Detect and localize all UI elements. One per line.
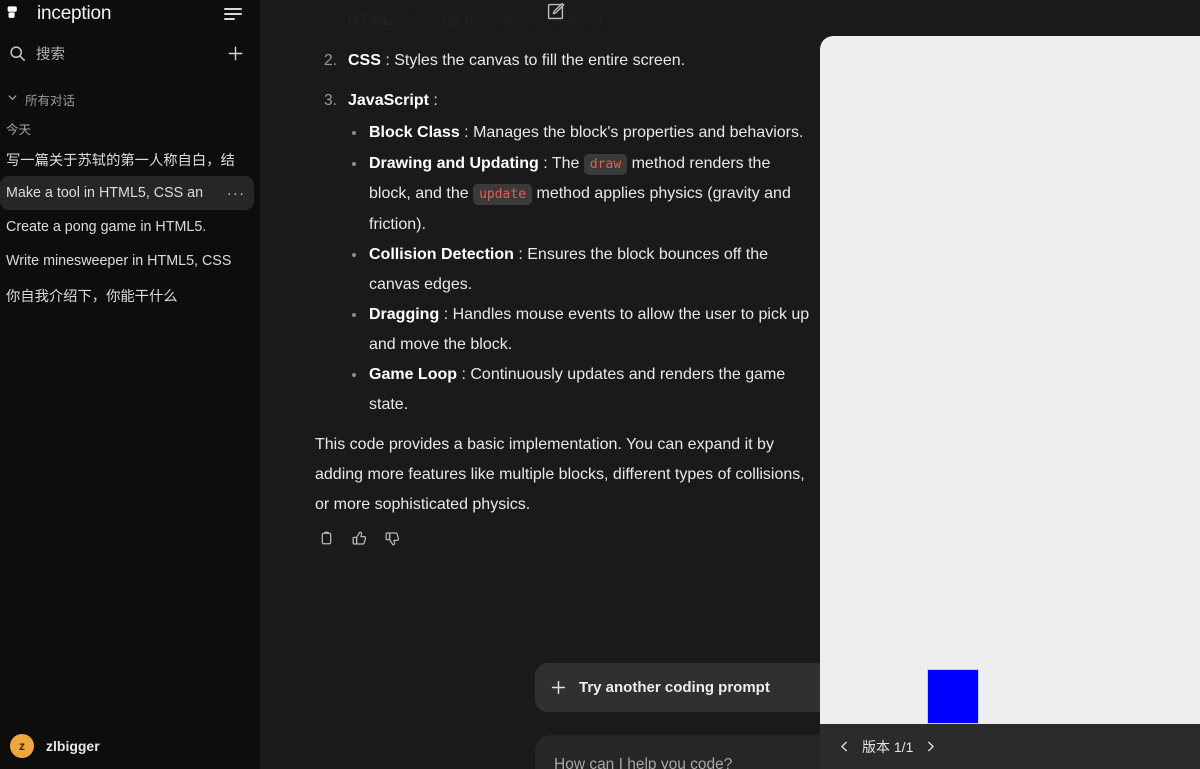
code-chip-update: update (473, 184, 533, 205)
item-text: The (551, 154, 584, 172)
list-item: Drawing and Updating : The draw method r… (348, 149, 814, 240)
list-item: Dragging : Handles mouse events to allow… (348, 300, 814, 359)
list-item[interactable]: Make a tool in HTML5, CSS an ··· (0, 176, 254, 210)
search-row[interactable]: 搜索 (0, 37, 260, 69)
preview-panel: 版本 1/1 (820, 36, 1200, 769)
item-text: Manages the block's properties and behav… (473, 124, 804, 141)
list-item[interactable]: 你自我介绍下，你能干什么 (0, 278, 254, 312)
thumbs-up-icon[interactable] (351, 530, 371, 550)
version-bar: 版本 1/1 (820, 724, 1200, 769)
day-group-label: 今天 (6, 122, 32, 137)
item-separator: : (439, 306, 453, 323)
item-separator: : (428, 92, 438, 109)
version-label: 版本 1/1 (862, 738, 914, 755)
conversation-menu-button[interactable]: ··· (224, 184, 248, 202)
item-separator: : (459, 124, 474, 141)
user-profile[interactable]: z zlbigger (0, 723, 260, 769)
sidebar: inception 搜索 所有对话 今天 写一篇关于苏轼的第一人称自白，结 Ma… (0, 0, 260, 769)
item-label: Collision Detection (369, 246, 514, 263)
conversation-title: Write minesweeper in HTML5, CSS (6, 253, 232, 269)
item-separator: : (457, 366, 471, 383)
item-text: Styles the canvas to fill the entire scr… (394, 52, 686, 69)
item-separator: : (538, 154, 552, 172)
all-conversations-label: 所有对话 (25, 93, 76, 108)
search-icon (6, 45, 28, 62)
item-label: Game Loop (369, 366, 458, 383)
list-item: Block Class : Manages the block's proper… (348, 118, 814, 148)
new-chat-button[interactable] (224, 42, 246, 64)
item-label: HTML (348, 12, 393, 29)
app-logo-text: inception (37, 2, 112, 24)
item-label: JavaScript (348, 92, 429, 109)
preview-canvas[interactable] (820, 36, 1200, 724)
list-item: Collision Detection : Ensures the block … (348, 240, 814, 299)
item-text: Sets up the canvas element. (405, 12, 608, 29)
app-root: inception 搜索 所有对话 今天 写一篇关于苏轼的第一人称自白，结 Ma… (0, 0, 1200, 769)
plus-icon (550, 679, 568, 697)
thumbs-down-icon[interactable] (384, 530, 404, 550)
list-item[interactable]: 写一篇关于苏轼的第一人称自白，结 (0, 142, 254, 176)
app-logo[interactable]: inception (6, 3, 111, 25)
list-item: Game Loop : Continuously updates and ren… (348, 360, 814, 419)
conversation-title: 你自我介绍下，你能干什么 (6, 288, 178, 305)
closing-paragraph: This code provides a basic implementatio… (315, 436, 805, 513)
chevron-down-icon (7, 90, 18, 108)
avatar: z (10, 734, 34, 758)
item-label: Block Class (369, 124, 460, 141)
draggable-block[interactable] (927, 669, 979, 724)
copy-icon[interactable] (318, 530, 338, 550)
collapse-panel-icon[interactable] (224, 6, 244, 22)
conversation-title: Make a tool in HTML5, CSS an (6, 185, 204, 201)
ordered-summary-list: HTML : Sets up the canvas element. CSS :… (315, 6, 814, 419)
javascript-sub-list: Block Class : Manages the block's proper… (348, 118, 814, 419)
search-input[interactable]: 搜索 (36, 43, 224, 64)
item-label: CSS (348, 52, 381, 69)
conversation-list: 写一篇关于苏轼的第一人称自白，结 Make a tool in HTML5, C… (0, 142, 260, 312)
code-chip-draw: draw (583, 153, 628, 175)
item-separator: : (513, 246, 528, 263)
list-item: JavaScript : Block Class : Manages the b… (315, 86, 814, 419)
inception-logo-mark-icon (6, 3, 28, 25)
username-label: zlbigger (46, 738, 100, 754)
compose-edit-icon[interactable] (545, 0, 567, 22)
conversation-title: Create a pong game in HTML5. (6, 219, 207, 235)
chevron-right-icon[interactable] (924, 740, 937, 753)
list-item[interactable]: Create a pong game in HTML5. (0, 210, 254, 244)
item-label: Drawing and Updating (369, 154, 539, 172)
message-actions (315, 530, 814, 550)
chevron-left-icon[interactable] (838, 740, 851, 753)
item-separator: : (380, 52, 395, 69)
item-label: Dragging (369, 306, 440, 323)
list-item[interactable]: Write minesweeper in HTML5, CSS (0, 244, 254, 278)
conversation-title: 写一篇关于苏轼的第一人称自白，结 (6, 152, 235, 169)
message-thread: HTML : Sets up the canvas element. CSS :… (260, 0, 820, 648)
item-separator: : (392, 12, 406, 29)
list-item: CSS : Styles the canvas to fill the enti… (315, 46, 814, 75)
all-conversations-section[interactable]: 所有对话 (0, 86, 260, 112)
sidebar-header: inception (0, 0, 260, 28)
